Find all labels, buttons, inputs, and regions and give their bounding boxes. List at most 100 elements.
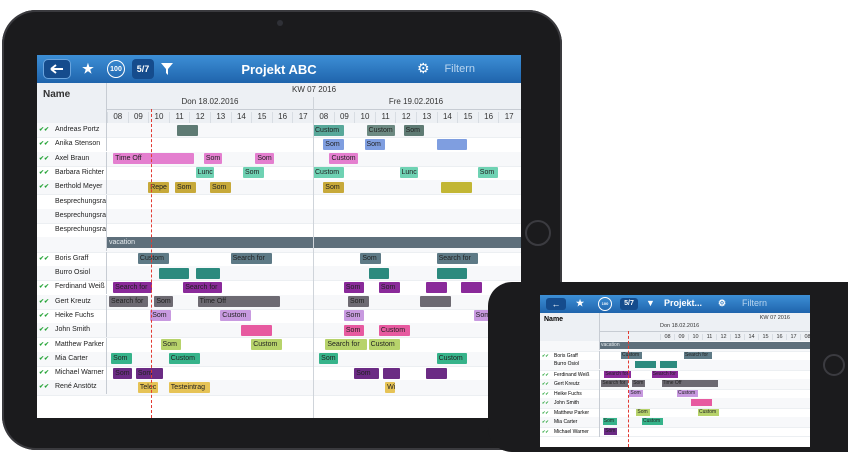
appointment-bar[interactable]: Custom xyxy=(378,324,410,336)
appointment-bar[interactable]: Som xyxy=(242,167,264,179)
resource-row[interactable]: ✔✔ Anika Stenson Som Som xyxy=(37,137,521,153)
resource-name[interactable]: ✔✔ Gert Kreutz xyxy=(540,379,600,389)
appointment-bar[interactable]: Som xyxy=(360,253,381,265)
appointment-bar[interactable]: Som xyxy=(160,339,182,350)
appointment-bar[interactable]: Wi xyxy=(385,381,396,393)
resource-name[interactable]: ✔✔ René Anstötz xyxy=(37,380,107,395)
appointment-bar[interactable]: Som xyxy=(154,296,173,308)
appointment-bar[interactable] xyxy=(368,267,390,279)
appointment-bar[interactable] xyxy=(420,296,451,308)
appointment-bar[interactable] xyxy=(436,138,468,150)
appointment-bar[interactable]: Som xyxy=(604,427,617,435)
resource-name[interactable]: Besprechungsraum 2 xyxy=(37,208,107,223)
appointment-bar[interactable]: Lunc xyxy=(399,167,419,179)
appointment-bar[interactable]: Som xyxy=(343,324,365,336)
resource-row[interactable]: ✔✔ John Smith Som Custom xyxy=(37,323,521,339)
resource-row[interactable]: ✔✔ René Anstötz Telec Testeintrag Wi xyxy=(37,380,521,396)
resource-name[interactable]: ✔✔ Boris Graff xyxy=(540,350,600,361)
appointment-bar[interactable]: Search for xyxy=(325,339,367,350)
resource-name[interactable]: ✔✔ Andreas Portz xyxy=(37,123,107,137)
appointment-bar[interactable]: Som xyxy=(629,389,644,397)
appointment-bar[interactable]: Som xyxy=(348,296,369,308)
appointment-bar[interactable]: Search for xyxy=(436,253,478,265)
resource-row[interactable]: ✔✔ Barbara Richter Lunc Som Custom Lunc Som xyxy=(37,165,521,182)
appointment-bar[interactable]: Testeintrag xyxy=(168,381,210,393)
appointment-bar[interactable]: Custom xyxy=(251,339,283,350)
name-column-header[interactable]: Name xyxy=(540,313,600,341)
resource-row[interactable]: Besprechungsraum 1 xyxy=(37,194,521,210)
settings-button[interactable]: ⚙ xyxy=(417,60,430,77)
filter-link[interactable]: Filtern xyxy=(742,298,767,308)
appointment-bar[interactable]: Som xyxy=(210,181,231,193)
appointment-bar[interactable]: Som xyxy=(378,281,400,293)
favorite-button[interactable]: ★ xyxy=(576,298,584,309)
resource-name[interactable]: ✔✔ Heike Fuchs xyxy=(37,308,107,323)
appointment-bar[interactable]: Search for xyxy=(183,281,223,293)
resource-name[interactable]: ✔✔ Matthew Parker xyxy=(37,337,107,352)
appointment-bar[interactable]: Custom xyxy=(329,153,359,165)
appointment-bar[interactable]: Custom xyxy=(313,124,344,136)
appointment-bar[interactable] xyxy=(461,281,482,293)
appointment-bar[interactable] xyxy=(635,361,656,368)
name-column-header[interactable]: Name xyxy=(37,83,107,123)
filter-button[interactable]: ▼ xyxy=(646,298,655,308)
appointment-bar[interactable]: Som xyxy=(319,353,338,365)
appointment-bar[interactable] xyxy=(440,181,472,193)
resource-name[interactable]: ✔✔ Heike Fuchs xyxy=(540,388,600,399)
zoom-100-button[interactable]: 100 xyxy=(598,297,612,311)
resource-row[interactable]: ✔✔ Michael Warner Som xyxy=(540,426,810,437)
appointment-bar[interactable]: Custom xyxy=(621,351,642,359)
appointment-bar[interactable]: Telec xyxy=(137,381,159,393)
appointment-bar[interactable]: Som xyxy=(111,353,132,365)
appointment-bar[interactable]: Time Off xyxy=(113,153,194,165)
appointment-bar[interactable]: Custom xyxy=(677,389,698,397)
resource-name[interactable] xyxy=(540,341,600,350)
resource-name[interactable]: ✔✔ Ferdinand Weiß xyxy=(540,369,600,380)
appointment-bar[interactable]: Som xyxy=(113,367,132,379)
appointment-bar[interactable]: Custom xyxy=(436,353,468,365)
appointment-bar[interactable]: Custom xyxy=(137,253,169,265)
appointment-bar[interactable]: Search for xyxy=(601,380,628,387)
appointment-bar[interactable]: Som xyxy=(255,153,274,165)
appointment-bar[interactable]: Som xyxy=(150,310,171,322)
resource-row[interactable]: Burro Osiol xyxy=(37,266,521,282)
resource-row[interactable]: ✔✔ Heike Fuchs Som Custom Som Som xyxy=(37,308,521,325)
resource-row[interactable]: Besprechungsraum 3 xyxy=(37,223,521,239)
appointment-bar[interactable]: Som xyxy=(323,181,344,193)
appointment-bar[interactable]: Custom xyxy=(313,167,344,179)
resource-name[interactable]: ✔✔ Mia Carter xyxy=(540,417,600,427)
appointment-bar[interactable]: Custom xyxy=(642,418,663,425)
resource-name[interactable]: ✔✔ Gert Kreutz xyxy=(37,294,107,309)
appointment-bar[interactable] xyxy=(436,267,468,279)
resource-row[interactable]: ✔✔ Boris Graff Custom Search for Som Search f… xyxy=(37,251,521,267)
appointment-bar[interactable]: Time Off xyxy=(661,380,718,387)
resource-name[interactable]: Besprechungsraum 3 xyxy=(37,223,107,238)
appointment-bar[interactable]: Search for xyxy=(604,370,631,378)
appointment-bar[interactable]: Custom xyxy=(368,339,400,350)
appointment-bar[interactable]: Custom xyxy=(698,408,719,416)
resource-name[interactable]: ✔✔ John Smith xyxy=(540,398,600,408)
resource-name[interactable]: ✔✔ John Smith xyxy=(37,323,107,338)
appointment-bar[interactable]: Search for xyxy=(113,281,153,293)
appointment-bar[interactable]: Som xyxy=(343,281,365,293)
appointment-bar[interactable]: Search for xyxy=(684,351,712,359)
appointment-bar[interactable]: Som xyxy=(343,310,365,322)
vacation-bar[interactable]: vacation xyxy=(107,237,521,249)
resource-name[interactable]: ✔✔ Michael Warner xyxy=(540,426,600,437)
resource-row[interactable]: ✔✔ Andreas Portz Custom Custom Som xyxy=(37,123,521,139)
home-button[interactable] xyxy=(823,354,845,376)
resource-name[interactable]: ✔✔ Michael Warner xyxy=(37,366,107,381)
appointment-bar[interactable]: Som xyxy=(364,138,386,150)
back-button[interactable]: ← xyxy=(546,298,566,310)
appointment-bar[interactable]: Som xyxy=(203,153,223,165)
appointment-bar[interactable]: Search for xyxy=(109,296,149,308)
resource-name[interactable]: Besprechungsraum 1 xyxy=(37,194,107,209)
resource-name[interactable]: ✔✔ Ferdinand Weiß xyxy=(37,280,107,295)
appointment-bar[interactable]: Search for xyxy=(651,370,679,378)
resource-name[interactable]: ✔✔ Matthew Parker xyxy=(540,407,600,418)
resource-name[interactable] xyxy=(37,237,107,252)
resource-name[interactable]: ✔✔ Axel Braun xyxy=(37,151,107,166)
appointment-bar[interactable] xyxy=(426,367,447,379)
resource-row[interactable]: Besprechungsraum 2 xyxy=(37,208,521,225)
appointment-bar[interactable]: Lunc xyxy=(195,167,215,179)
